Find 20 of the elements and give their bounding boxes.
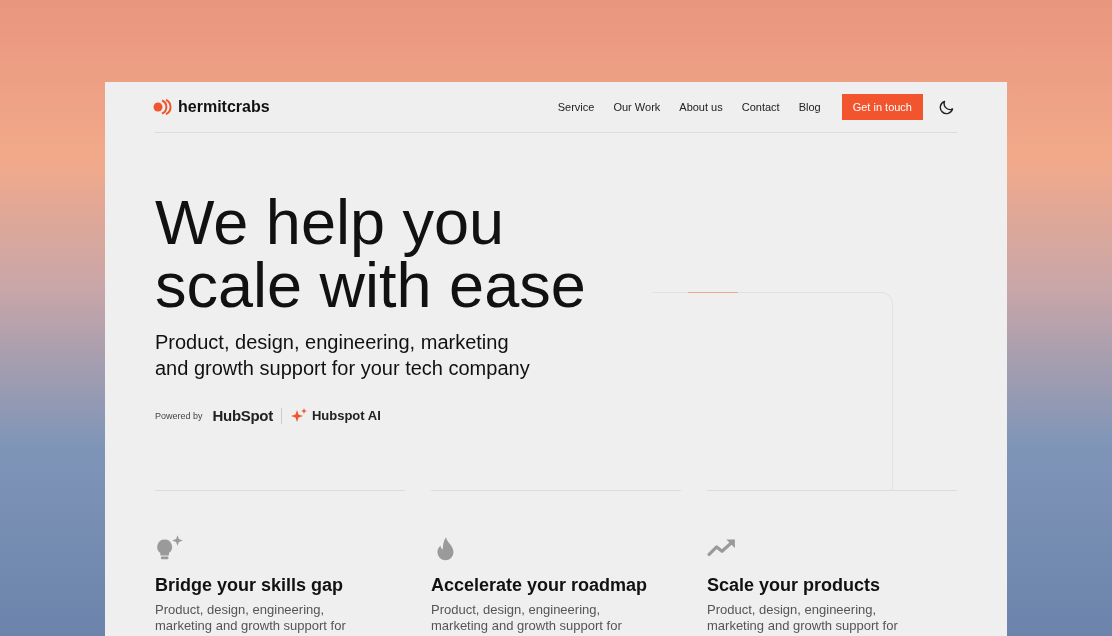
logo-icon [153, 99, 173, 115]
feature-description: Product, design, engineering, marketing and growth support for [431, 602, 623, 634]
nav-link[interactable]: Contact [741, 101, 780, 113]
feature-title: Scale your products [707, 575, 882, 596]
feature-title: Bridge your skills gap [155, 575, 345, 596]
partner-logo: HubSpot [212, 407, 273, 424]
feature-title: Accelerate your roadmap [431, 575, 649, 596]
hero-subtitle: Product, design, engineering, marketing and growth support for your tech company [155, 330, 531, 381]
lightbulb-sparkle-icon [155, 535, 185, 561]
powered-by-label: Powered by [155, 410, 203, 421]
nav-link[interactable]: Our Work [613, 101, 661, 113]
nav-link[interactable]: Blog [798, 101, 821, 113]
dark-mode-moon-icon[interactable] [939, 99, 955, 115]
hero-title: We help you scale with ease [155, 191, 586, 317]
feature-description: Product, design, engineering, marketing and growth support for [155, 602, 347, 634]
partner-ai-label: Hubspot AI [311, 408, 381, 423]
feature-description: Product, design, engineering, marketing and growth support for [707, 602, 899, 634]
nav-link[interactable]: Service [557, 101, 595, 113]
nav-link[interactable]: About us [679, 101, 723, 113]
brand-name[interactable]: hermitcrabs [178, 98, 270, 116]
